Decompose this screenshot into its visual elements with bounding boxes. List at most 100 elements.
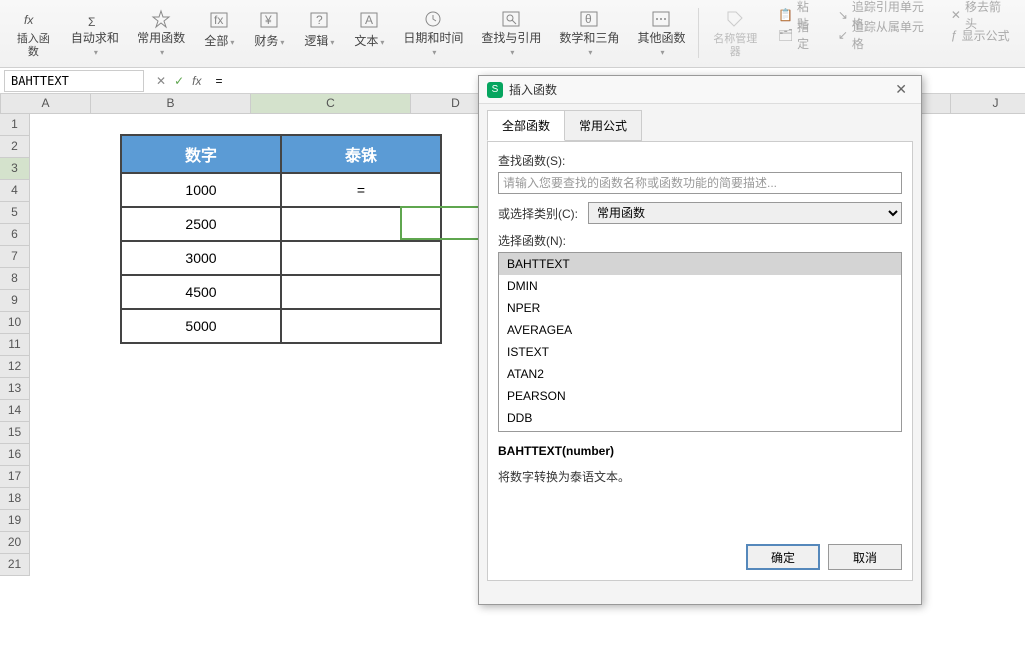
list-item[interactable]: NPER xyxy=(499,297,901,319)
text-a-icon: A xyxy=(359,7,379,33)
function-list[interactable]: BAHTTEXT DMIN NPER AVERAGEA ISTEXT ATAN2… xyxy=(498,252,902,432)
row-header[interactable]: 5 xyxy=(0,202,30,224)
table-cell-active[interactable]: = xyxy=(281,173,441,207)
remove-arrows-button[interactable]: ✕移去箭头 xyxy=(951,6,1011,24)
text-button[interactable]: A 文本▾ xyxy=(345,4,393,62)
row-header[interactable]: 13 xyxy=(0,378,30,400)
dots-icon xyxy=(651,7,671,30)
row-header[interactable]: 10 xyxy=(0,312,30,334)
search-input[interactable] xyxy=(498,172,902,194)
dialog-content: 查找函数(S): 或选择类别(C): 常用函数 选择函数(N): BAHTTEX… xyxy=(487,141,913,581)
list-item[interactable]: BAHTTEXT xyxy=(499,253,901,275)
audit-group2: ✕移去箭头 ƒ显示公式 xyxy=(943,4,1019,46)
row-header[interactable]: 21 xyxy=(0,554,30,576)
lookup-icon xyxy=(501,7,521,30)
table-cell[interactable] xyxy=(281,241,441,275)
col-header[interactable]: C xyxy=(251,94,411,113)
label: 名称管理器 xyxy=(709,33,762,59)
insert-function-dialog: S 插入函数 ✕ 全部函数 常用公式 查找函数(S): 或选择类别(C): 常用… xyxy=(478,75,922,605)
table-cell[interactable]: 2500 xyxy=(121,207,281,241)
label: 财务▾ xyxy=(254,35,284,49)
row-header[interactable]: 17 xyxy=(0,466,30,488)
tab-common-formulas[interactable]: 常用公式 xyxy=(564,110,642,141)
fx-icon: fx xyxy=(22,7,44,31)
list-item[interactable]: AVERAGEA xyxy=(499,319,901,341)
row-header[interactable]: 14 xyxy=(0,400,30,422)
row-header[interactable]: 3 xyxy=(0,158,30,180)
lookup-button[interactable]: 查找与引用▾ xyxy=(473,4,549,62)
list-item[interactable]: DDB xyxy=(499,407,901,429)
autosum-button[interactable]: Σ 自动求和▾ xyxy=(63,4,127,62)
define-name-button[interactable]: 🗂指定 xyxy=(778,26,820,44)
paste-icon: 📋 xyxy=(778,8,793,22)
svg-text:fx: fx xyxy=(24,13,34,27)
list-item[interactable]: ATAN2 xyxy=(499,363,901,385)
row-header[interactable]: 6 xyxy=(0,224,30,246)
row-header[interactable]: 18 xyxy=(0,488,30,510)
cancel-icon[interactable]: ✕ xyxy=(156,74,166,88)
svg-text:fx: fx xyxy=(214,13,223,27)
row-header[interactable]: 2 xyxy=(0,136,30,158)
row-header[interactable]: 15 xyxy=(0,422,30,444)
list-item[interactable]: PEARSON xyxy=(499,385,901,407)
trace-dependents-button[interactable]: ↙追踪从属单元格 xyxy=(838,26,933,44)
table-cell[interactable]: 4500 xyxy=(121,275,281,309)
name-box[interactable]: BAHTTEXT xyxy=(4,70,144,92)
audit-group: ↘追踪引用单元格 ↙追踪从属单元格 xyxy=(830,4,941,46)
tag-icon xyxy=(725,7,745,31)
cancel-button[interactable]: 取消 xyxy=(828,544,902,570)
fx-icon[interactable]: fx xyxy=(192,74,201,88)
table-cell[interactable] xyxy=(281,309,441,343)
math-button[interactable]: θ 数学和三角▾ xyxy=(551,4,627,62)
all-button[interactable]: fx 全部▾ xyxy=(195,4,243,62)
row-header[interactable]: 12 xyxy=(0,356,30,378)
close-icon[interactable]: ✕ xyxy=(889,79,913,100)
col-header[interactable]: A xyxy=(1,94,91,113)
table-cell[interactable]: 1000 xyxy=(121,173,281,207)
row-header[interactable]: 16 xyxy=(0,444,30,466)
list-item[interactable]: ISTEXT xyxy=(499,341,901,363)
theta-icon: θ xyxy=(579,7,599,30)
category-select[interactable]: 常用函数 xyxy=(588,202,902,224)
name-group: 📋粘贴 🗂指定 xyxy=(770,4,828,46)
table-cell[interactable]: 3000 xyxy=(121,241,281,275)
row-header[interactable]: 8 xyxy=(0,268,30,290)
dialog-titlebar[interactable]: S 插入函数 ✕ xyxy=(479,76,921,104)
row-header[interactable]: 19 xyxy=(0,510,30,532)
col-header[interactable]: B xyxy=(91,94,251,113)
financial-button[interactable]: ¥ 财务▾ xyxy=(245,4,293,62)
svg-text:?: ? xyxy=(316,13,323,27)
table-header[interactable]: 数字 xyxy=(121,135,281,173)
table-cell[interactable]: 5000 xyxy=(121,309,281,343)
row-header[interactable]: 4 xyxy=(0,180,30,202)
col-header[interactable]: J xyxy=(951,94,1025,113)
show-formula-icon: ƒ xyxy=(951,28,958,42)
row-header[interactable]: 7 xyxy=(0,246,30,268)
insert-function-button[interactable]: fx 插入函数 xyxy=(6,4,61,62)
accept-icon[interactable]: ✓ xyxy=(174,74,184,88)
datetime-button[interactable]: 日期和时间▾ xyxy=(395,4,471,62)
svg-text:Σ: Σ xyxy=(88,15,95,29)
table-cell[interactable] xyxy=(281,207,441,241)
tab-all-functions[interactable]: 全部函数 xyxy=(487,110,565,141)
row-header[interactable]: 20 xyxy=(0,532,30,554)
recent-button[interactable]: 常用函数▾ xyxy=(129,4,193,62)
table-cell[interactable] xyxy=(281,275,441,309)
row-header[interactable]: 1 xyxy=(0,114,30,136)
label: 逻辑▾ xyxy=(304,35,334,49)
row-header[interactable]: 11 xyxy=(0,334,30,356)
row-header[interactable]: 9 xyxy=(0,290,30,312)
data-table: 数字 泰铢 1000= 2500 3000 4500 5000 xyxy=(120,134,442,344)
other-button[interactable]: 其他函数▾ xyxy=(629,4,693,62)
table-header[interactable]: 泰铢 xyxy=(281,135,441,173)
show-formula-button[interactable]: ƒ显示公式 xyxy=(951,26,1011,44)
select-function-label: 选择函数(N): xyxy=(498,232,902,249)
clock-icon xyxy=(423,7,443,30)
formula-buttons: ✕ ✓ fx xyxy=(148,74,209,88)
logical-button[interactable]: ? 逻辑▾ xyxy=(295,4,343,62)
ok-button[interactable]: 确定 xyxy=(746,544,820,570)
name-manager-button[interactable]: 名称管理器 xyxy=(703,4,768,62)
svg-text:θ: θ xyxy=(585,12,592,26)
fx-box-icon: fx xyxy=(209,7,229,33)
list-item[interactable]: DMIN xyxy=(499,275,901,297)
